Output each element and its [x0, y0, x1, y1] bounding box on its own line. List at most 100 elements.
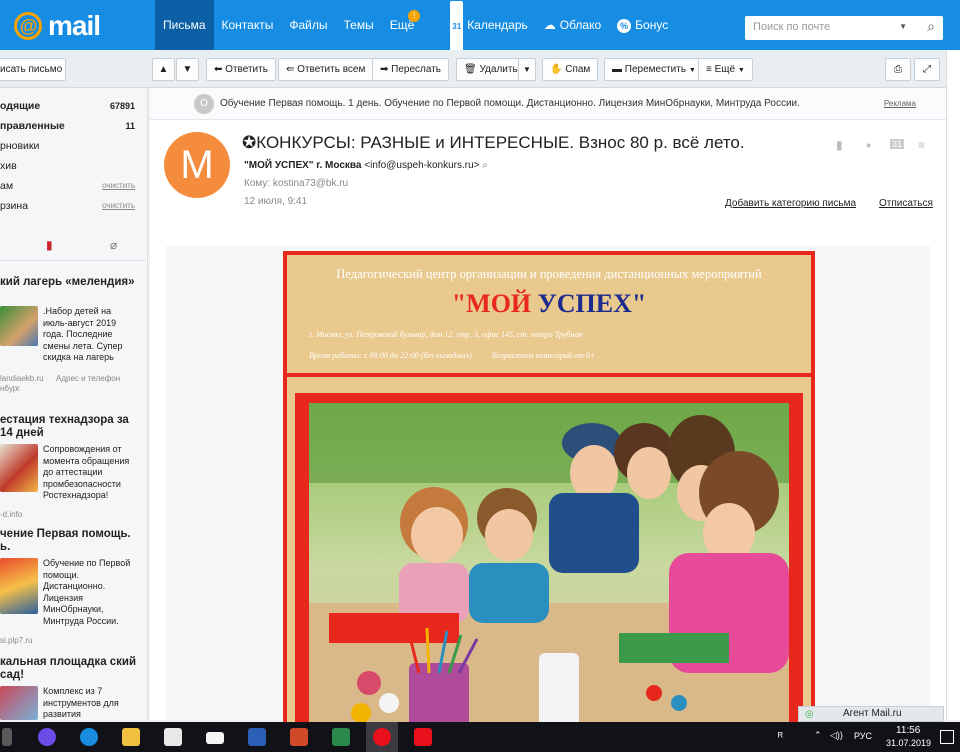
chevron-down-icon[interactable]: ▼ — [899, 22, 907, 31]
message-date: 12 июля, 9:41 — [244, 196, 308, 207]
folder-trash[interactable]: рзина очистить — [0, 196, 140, 216]
alice-assistant-icon[interactable] — [38, 728, 56, 746]
letter-banner: Педагогический центр организации и прове… — [283, 251, 815, 733]
fullscreen-button[interactable]: ⤢ — [914, 58, 940, 81]
delete-dropdown[interactable]: ▼ — [518, 58, 536, 81]
spam-button[interactable]: ✋ Спам — [542, 58, 599, 81]
mail-agent-bar[interactable]: ◎ Агент Mail.ru — [798, 706, 944, 722]
folder-sent[interactable]: правленные 11 — [0, 116, 140, 136]
menu-icon[interactable]: ≡ — [918, 138, 925, 152]
unsubscribe-link[interactable]: Отписаться — [879, 198, 933, 209]
volume-icon[interactable]: ◁)) — [830, 730, 843, 741]
search-input[interactable]: Поиск по почте ▼ ⌕ — [745, 16, 943, 40]
attachment-icon[interactable]: ⌀ — [110, 238, 117, 252]
folder-spam[interactable]: ам очистить — [0, 176, 140, 196]
message-subject: ✪КОНКУРСЫ: РАЗНЫЕ и ИНТЕРЕСНЫЕ. Взнос 80… — [242, 133, 745, 152]
nav-themes[interactable]: Темы — [336, 0, 382, 50]
spam-icon: ✋ — [550, 64, 566, 75]
nav-more[interactable]: Ещё! — [382, 0, 423, 50]
notifications-icon[interactable] — [940, 730, 954, 744]
opera-active-app[interactable] — [366, 722, 398, 752]
search-icon[interactable]: ⌕ — [482, 160, 488, 171]
ad-title: чение Первая помощь. ь. — [0, 528, 131, 553]
ad-source: -d.info — [0, 510, 23, 519]
nav-calendar[interactable]: 31 Календарь — [442, 0, 535, 53]
powerpoint-icon[interactable] — [290, 728, 308, 746]
mail-logo[interactable]: @ mail — [14, 10, 101, 42]
nav-letters[interactable]: Письма — [155, 0, 214, 50]
letter-hours: Время работы: с 09:00 до 22:00 (без выхо… — [309, 351, 596, 360]
excel-icon[interactable] — [332, 728, 350, 746]
agent-label: Агент Mail.ru — [843, 708, 902, 719]
sidebar: одящие 67891 правленные 11 рновики хив ам о… — [0, 88, 148, 720]
letter-photo-frame — [295, 393, 803, 733]
ad-image — [0, 306, 38, 346]
nav-bonus[interactable]: % Бонус — [609, 0, 676, 50]
mail-app-icon[interactable] — [206, 732, 224, 744]
ad-line-text: Обучение Первая помощь. 1 день. Обучение… — [220, 98, 800, 109]
ad-title: кальная площадка ский сад! — [0, 656, 137, 681]
chevron-down-icon: ▼ — [688, 67, 696, 74]
bookmark-icon[interactable]: ▮ — [46, 238, 53, 252]
yandex-browser-icon[interactable] — [414, 728, 432, 746]
folder-archive[interactable]: хив — [0, 156, 140, 176]
divider — [0, 260, 146, 261]
nav-cloud[interactable]: ☁ Облако — [536, 0, 609, 50]
nav-contacts[interactable]: Контакты — [214, 0, 282, 50]
ad-block-camp[interactable]: кий лагерь «мелендия» .Набор детей на ию… — [0, 276, 140, 396]
ad-text: Комплекс из 7 инструментов для развития — [43, 686, 119, 719]
store-icon[interactable] — [164, 728, 182, 746]
notification-badge: ! — [408, 10, 421, 22]
edge-browser-icon[interactable] — [80, 728, 98, 746]
clear-spam-link[interactable]: очистить — [102, 176, 135, 196]
ad-tag[interactable]: Реклама — [884, 88, 916, 120]
top-ad-line[interactable]: О Обучение Первая помощь. 1 день. Обучен… — [150, 88, 946, 120]
letter-brand: "МОЙ УСПЕХ" — [451, 289, 647, 318]
folder-drafts[interactable]: рновики — [0, 136, 140, 156]
next-message-button[interactable]: ▼ — [176, 58, 199, 81]
ad-block-firstaid[interactable]: чение Первая помощь. ь. Обучение по Перв… — [0, 528, 140, 648]
prev-message-button[interactable]: ▲ — [152, 58, 175, 81]
folder-inbox[interactable]: одящие 67891 — [0, 96, 140, 116]
unread-dot-icon[interactable]: ● — [866, 140, 871, 150]
compose-button[interactable]: исать письмо — [0, 58, 66, 81]
search-icon[interactable]: ⌕ — [927, 18, 935, 35]
chevron-down-icon: ▼ — [523, 65, 531, 74]
message-view: О Обучение Первая помощь. 1 день. Обучен… — [150, 88, 946, 733]
ad-block-attestation[interactable]: естация технадзора за 14 дней Сопровожде… — [0, 414, 140, 524]
at-icon: @ — [14, 12, 42, 40]
arrow-up-icon: ▲ — [158, 64, 169, 75]
ad-block-kindergarten[interactable]: кальная площадка ский сад! Комплекс из 7… — [0, 656, 140, 720]
ad-address-link[interactable]: Адрес и телефон — [56, 374, 120, 383]
language-indicator[interactable]: РУС — [854, 731, 872, 741]
chevron-up-icon[interactable]: ⌃ — [814, 730, 822, 741]
people-icon[interactable]: ᴿ — [778, 731, 783, 743]
start-icon[interactable] — [2, 728, 12, 746]
forward-button[interactable]: ➡ Переслать — [372, 58, 450, 81]
toolbar: исать письмо ▲ ▼ ⬅ Ответить ⇚ Ответить в… — [0, 50, 960, 88]
message-from[interactable]: "МОЙ УСПЕХ" г. Москва <info@uspeh-konkur… — [244, 160, 488, 171]
word-icon[interactable] — [248, 728, 266, 746]
reply-button[interactable]: ⬅ Ответить — [206, 58, 276, 81]
ad-text: Сопровождения от момента обращения до ат… — [43, 444, 130, 500]
flag-icon[interactable]: ▮ — [836, 138, 843, 152]
clock-time[interactable]: 11:56 — [896, 725, 920, 736]
delete-button[interactable]: 🗑 Удалить — [456, 58, 526, 81]
move-button[interactable]: ▬ Переместить ▼ — [604, 58, 704, 81]
clear-trash-link[interactable]: очистить — [102, 196, 135, 216]
calendar-icon[interactable]: 31 — [890, 139, 905, 149]
main-nav: Письма Контакты Файлы Темы Ещё! 31 Календ… — [155, 0, 676, 53]
nav-files[interactable]: Файлы — [281, 0, 335, 50]
reply-all-button[interactable]: ⇚ Ответить всем — [278, 58, 374, 81]
reply-icon: ⬅ — [214, 64, 226, 75]
letter-address: г. Москва, ул. Петровский бульвар, дом 1… — [309, 330, 583, 339]
add-category-link[interactable]: Добавить категорию письма — [725, 198, 856, 209]
expand-icon: ⤢ — [923, 64, 931, 75]
arrow-down-icon: ▼ — [182, 64, 193, 75]
clock-date[interactable]: 31.07.2019 — [886, 738, 931, 748]
file-explorer-icon[interactable] — [122, 728, 140, 746]
ad-source: si.plp7.ru — [0, 636, 33, 645]
chevron-down-icon: ▼ — [737, 67, 745, 74]
print-button[interactable]: ⎙ — [885, 58, 911, 81]
more-button[interactable]: ≡ Ещё ▼ — [698, 58, 753, 81]
